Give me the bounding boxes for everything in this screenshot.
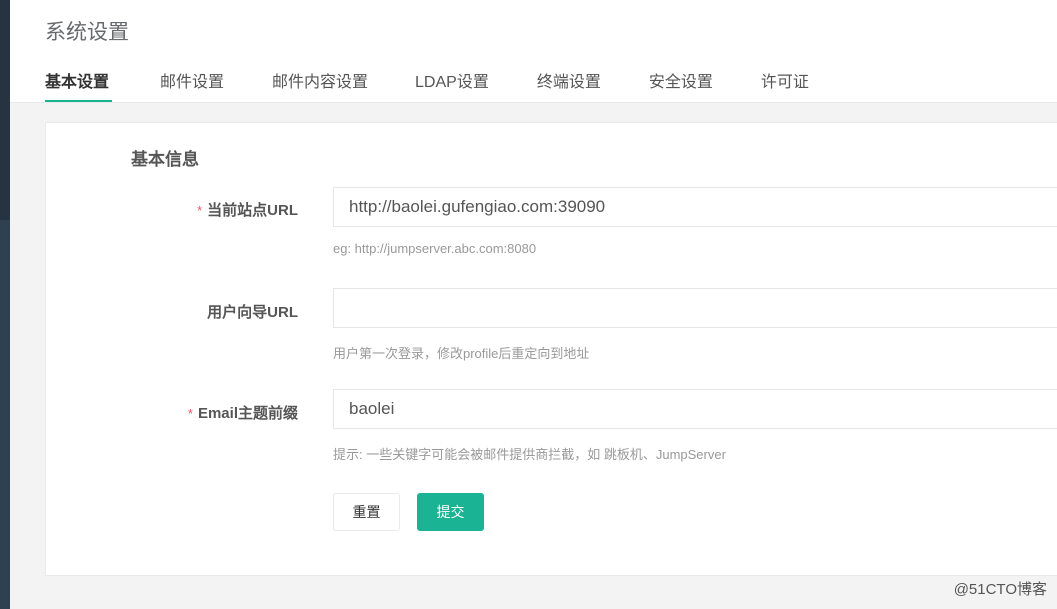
email-subject-prefix-help: 提示: 一些关键字可能会被邮件提供商拦截，如 跳板机、JumpServer: [333, 447, 726, 462]
submit-button[interactable]: 提交: [417, 493, 484, 531]
tab-license[interactable]: 许可证: [761, 60, 809, 102]
page-header: 系统设置 基本设置 邮件设置 邮件内容设置 LDAP设置 终端设置 安全设置 许…: [10, 0, 1057, 103]
watermark: @51CTO博客: [953, 581, 1047, 598]
user-guide-url-help: 用户第一次登录，修改profile后重定向到地址: [333, 346, 590, 361]
email-subject-prefix-label: * Email主题前缀: [187, 405, 298, 422]
user-guide-url-input[interactable]: [333, 288, 1057, 328]
tab-email-content-settings[interactable]: 邮件内容设置: [272, 60, 368, 102]
tab-basic-settings[interactable]: 基本设置: [45, 60, 112, 102]
site-url-label: * 当前站点URL: [197, 202, 298, 219]
tab-ldap-settings[interactable]: LDAP设置: [415, 60, 489, 102]
sidebar-edge-top: [0, 0, 10, 220]
page-title: 系统设置: [45, 21, 129, 44]
required-mark: *: [187, 406, 193, 421]
tab-security-settings[interactable]: 安全设置: [649, 60, 713, 102]
site-url-help: eg: http://jumpserver.abc.com:8080: [333, 241, 537, 256]
reset-button[interactable]: 重置: [333, 493, 400, 531]
settings-tabs: 基本设置 邮件设置 邮件内容设置 LDAP设置 终端设置 安全设置 许可证: [45, 60, 809, 102]
tab-email-settings[interactable]: 邮件设置: [160, 60, 224, 102]
section-title: 基本信息: [131, 150, 199, 169]
email-subject-prefix-input[interactable]: [333, 389, 1057, 429]
required-mark: *: [197, 203, 203, 218]
settings-form-panel: 基本信息 *当前站点URL eg: http://jumpserver.abc.…: [45, 122, 1057, 576]
site-url-input[interactable]: [333, 187, 1057, 227]
tab-terminal-settings[interactable]: 终端设置: [537, 60, 601, 102]
user-guide-url-label: 用户向导URL: [207, 304, 298, 321]
